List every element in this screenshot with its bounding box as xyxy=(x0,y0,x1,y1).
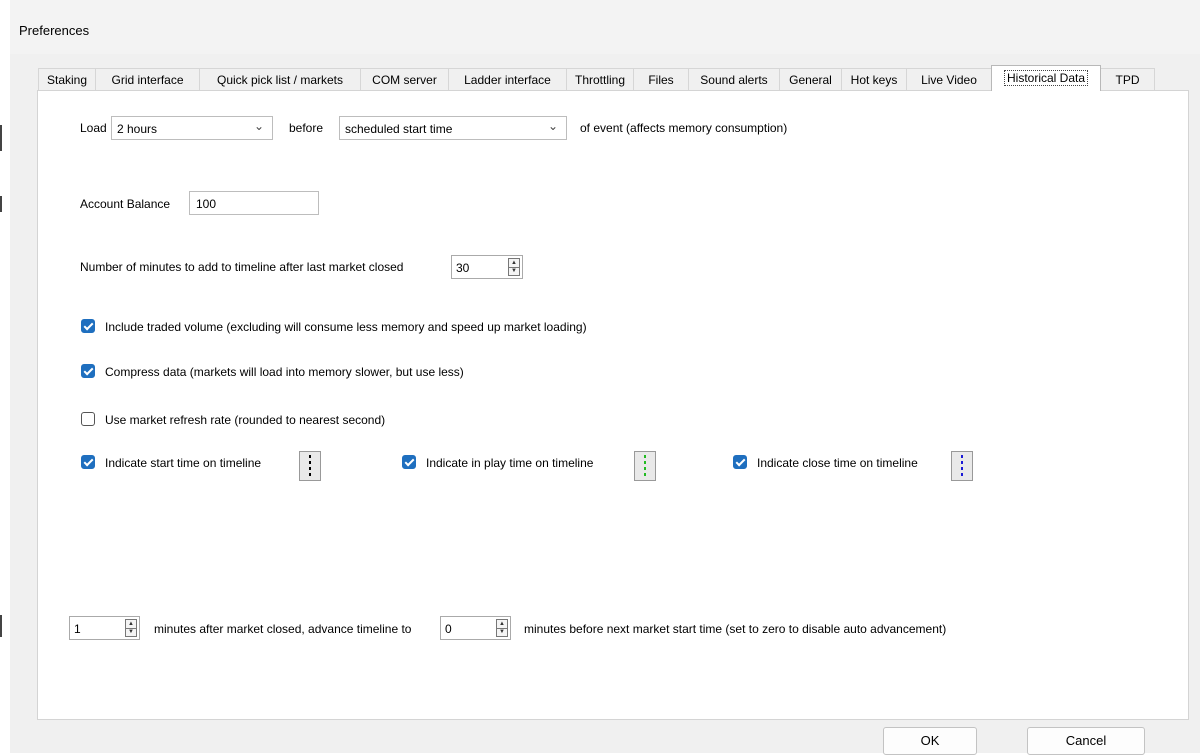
advance-before-label: minutes before next market start time (s… xyxy=(524,622,947,636)
timeline-minutes-stepper[interactable]: 30 ▲ ▼ xyxy=(451,255,523,279)
preferences-window: Preferences Staking Grid interface Quick… xyxy=(10,0,1200,755)
in-play-line-sample xyxy=(644,455,646,477)
close-line-sample xyxy=(961,455,963,477)
load-reference-value: scheduled start time xyxy=(345,122,453,136)
advance-after-value: 1 xyxy=(74,622,81,636)
in-play-line-color-swatch[interactable] xyxy=(634,451,656,481)
stepper-buttons[interactable]: ▲ ▼ xyxy=(125,619,137,637)
ok-button[interactable]: OK xyxy=(883,727,977,755)
chevron-down-icon: ⌄ xyxy=(253,119,264,133)
account-balance-input[interactable]: 100 xyxy=(189,191,319,215)
tab-tpd[interactable]: TPD xyxy=(1100,68,1155,90)
timeline-minutes-value: 30 xyxy=(456,261,470,275)
load-reference-select[interactable]: scheduled start time ⌄ xyxy=(339,116,567,140)
compress-data-label: Compress data (markets will load into me… xyxy=(105,365,464,379)
tab-throttling[interactable]: Throttling xyxy=(566,68,634,90)
compress-data-checkbox[interactable] xyxy=(81,364,95,378)
market-refresh-rate-checkbox[interactable] xyxy=(81,412,95,426)
indicate-close-label: Indicate close time on timeline xyxy=(757,456,918,470)
load-suffix-label: of event (affects memory consumption) xyxy=(580,121,788,135)
tab-general[interactable]: General xyxy=(779,68,842,90)
tab-historical-data[interactable]: Historical Data xyxy=(991,65,1101,91)
chevron-down-icon: ⌄ xyxy=(547,119,558,133)
advance-before-stepper[interactable]: 0 ▲ ▼ xyxy=(440,616,511,640)
left-edge-mark xyxy=(0,125,2,151)
historical-data-panel: Load 2 hours ⌄ before scheduled start ti… xyxy=(37,90,1189,720)
left-edge-mark xyxy=(0,196,2,212)
start-line-color-swatch[interactable] xyxy=(299,451,321,481)
include-traded-volume-checkbox[interactable] xyxy=(81,319,95,333)
tab-staking[interactable]: Staking xyxy=(38,68,96,90)
tab-grid-interface[interactable]: Grid interface xyxy=(95,68,200,90)
advance-after-stepper[interactable]: 1 ▲ ▼ xyxy=(69,616,140,640)
indicate-start-label: Indicate start time on timeline xyxy=(105,456,262,470)
before-label: before xyxy=(289,121,324,135)
stepper-down-icon[interactable]: ▼ xyxy=(509,267,519,275)
tab-live-video[interactable]: Live Video xyxy=(906,68,992,90)
market-refresh-rate-label: Use market refresh rate (rounded to near… xyxy=(105,413,386,427)
tab-sound-alerts[interactable]: Sound alerts xyxy=(688,68,780,90)
close-line-color-swatch[interactable] xyxy=(951,451,973,481)
load-duration-select[interactable]: 2 hours ⌄ xyxy=(111,116,273,140)
advance-after-label: minutes after market closed, advance tim… xyxy=(154,622,412,636)
tab-ladder-interface[interactable]: Ladder interface xyxy=(448,68,567,90)
cancel-button[interactable]: Cancel xyxy=(1027,727,1145,755)
tab-com-server[interactable]: COM server xyxy=(360,68,449,90)
indicate-close-checkbox[interactable] xyxy=(733,455,747,469)
title-bar: Preferences xyxy=(10,0,1200,54)
load-label: Load xyxy=(80,121,107,135)
tab-historical-data-label: Historical Data xyxy=(1003,70,1089,86)
indicate-in-play-checkbox[interactable] xyxy=(402,455,416,469)
advance-before-value: 0 xyxy=(445,622,452,636)
left-edge-mark xyxy=(0,615,2,637)
tab-hot-keys[interactable]: Hot keys xyxy=(841,68,907,90)
stepper-down-icon[interactable]: ▼ xyxy=(126,628,136,636)
stepper-down-icon[interactable]: ▼ xyxy=(497,628,507,636)
stepper-buttons[interactable]: ▲ ▼ xyxy=(508,258,520,276)
tab-quick-pick-list[interactable]: Quick pick list / markets xyxy=(199,68,361,90)
stepper-buttons[interactable]: ▲ ▼ xyxy=(496,619,508,637)
tab-files[interactable]: Files xyxy=(633,68,689,90)
indicate-in-play-label: Indicate in play time on timeline xyxy=(426,456,594,470)
timeline-minutes-label: Number of minutes to add to timeline aft… xyxy=(80,260,404,274)
account-balance-label: Account Balance xyxy=(80,197,171,211)
load-duration-value: 2 hours xyxy=(117,122,158,136)
include-traded-volume-label: Include traded volume (excluding will co… xyxy=(105,320,587,334)
window-title: Preferences xyxy=(19,23,90,38)
indicate-start-checkbox[interactable] xyxy=(81,455,95,469)
start-line-sample xyxy=(309,455,311,477)
